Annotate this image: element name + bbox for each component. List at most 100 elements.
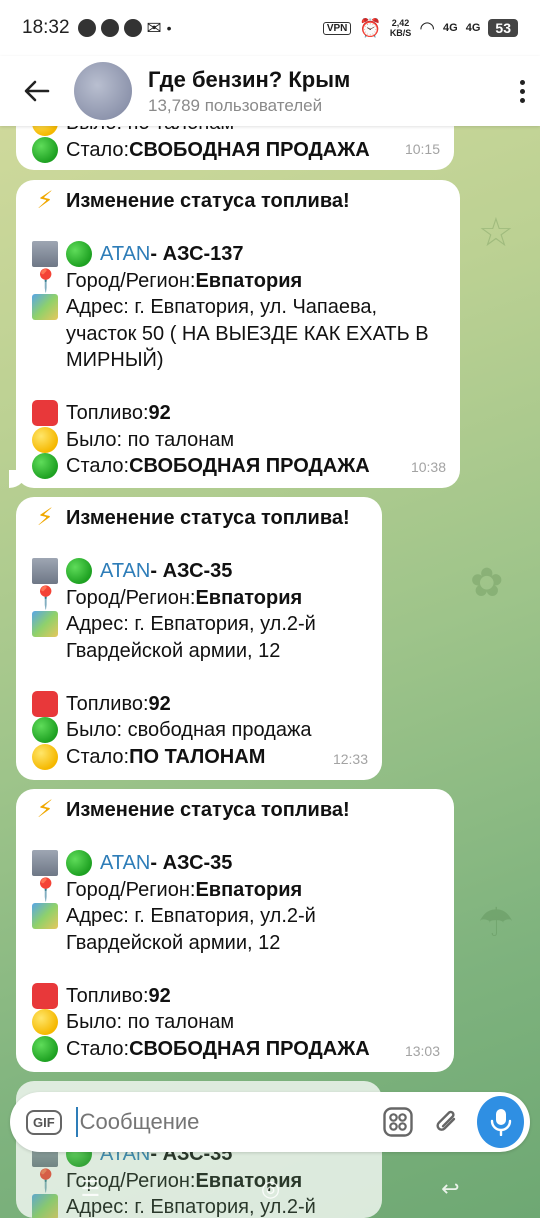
vpn-icon: VPN: [322, 21, 352, 35]
address-text: Адрес: г. Евпатория, ул. Чапаева, участо…: [66, 296, 429, 371]
city-value: Евпатория: [195, 586, 303, 609]
city-label: Город/Регион:: [66, 586, 196, 609]
message-input[interactable]: [75, 1107, 368, 1137]
now-label: Стало:: [66, 1037, 130, 1060]
now-value: СВОБОДНАЯ ПРОДАЖА: [129, 138, 370, 161]
pin-icon: 📍: [32, 876, 60, 902]
fuel-value: 92: [148, 692, 171, 715]
yellow-circle-icon: [32, 1009, 58, 1035]
message-time: 12:33: [332, 750, 368, 767]
city-label: Город/Регион:: [66, 878, 196, 901]
city-label: Город/Регион:: [66, 269, 196, 292]
yellow-circle-icon: [32, 426, 58, 453]
now-line: Стало: СВОБОДНАЯ ПРОДАЖА: [32, 1035, 438, 1063]
speed-unit: KB/S: [389, 28, 412, 38]
message-bubble[interactable]: ⚡ Изменение статуса топлива! ATAN - АЗС-3…: [16, 789, 454, 1072]
chat-header: Где бензин? Крым 13,789 пользователей: [0, 56, 540, 126]
green-circle-icon: [66, 241, 92, 267]
fuel-label: Топливо:: [66, 402, 149, 424]
wallpaper-doodle: ☂: [478, 901, 514, 945]
address-text: Адрес: г. Евпатория, ул.2-й Гвардейской …: [66, 613, 316, 662]
signal-4g-1: 4G: [443, 22, 458, 34]
map-icon: [32, 903, 58, 929]
station-name: - АЗС-137: [150, 243, 244, 265]
recent-apps-icon[interactable]: ☰: [80, 1176, 100, 1202]
message-time: 10:15: [404, 140, 440, 157]
dot-icon: [519, 79, 525, 85]
station-line: ATAN - АЗС-137: [32, 241, 444, 268]
message-composer: GIF: [10, 1092, 530, 1152]
back-nav-icon[interactable]: ↩: [441, 1176, 459, 1202]
green-circle-icon: [66, 558, 92, 584]
city-value: Евпатория: [195, 878, 303, 901]
lightning-icon: ⚡: [36, 796, 54, 823]
address-text: Адрес: г. Евпатория, ул.2-й Гвардейской …: [66, 905, 316, 954]
now-label: Стало:: [66, 745, 130, 768]
fuel-line: Топливо: 92: [32, 690, 366, 718]
was-text: Было: свободная продажа: [66, 719, 312, 741]
home-icon[interactable]: ◎: [261, 1176, 280, 1202]
dot-icon: [519, 97, 525, 103]
network-speed: 2,42 KB/S: [390, 18, 412, 38]
message-heading: ⚡ Изменение статуса топлива!: [32, 797, 438, 824]
green-circle-icon: [32, 136, 58, 163]
status-time: 18:32: [22, 17, 70, 38]
status-bar: 18:32 ✉ • VPN ⏰ 2,42 KB/S ◠ 4G 4G 53: [0, 0, 540, 56]
now-label: Стало:: [66, 455, 130, 477]
chat-title: Где бензин? Крым: [148, 66, 351, 92]
green-circle-icon: [32, 453, 58, 479]
fuel-label: Топливо:: [66, 984, 149, 1007]
now-value: СВОБОДНАЯ ПРОДАЖА: [129, 1037, 370, 1060]
was-line: Было: свободная продажа: [32, 717, 366, 744]
fuel-value: 92: [148, 402, 171, 424]
voice-record-button[interactable]: [477, 1096, 524, 1148]
battery-indicator: 53: [488, 19, 518, 37]
fuel-value: 92: [148, 984, 171, 1007]
city-line: 📍 Город/Регион: Евпатория: [32, 877, 438, 904]
station-line: ATAN - АЗС-35: [32, 850, 438, 877]
station-line: ATAN - АЗС-35: [32, 558, 366, 585]
fuel-pump-icon: [32, 690, 58, 717]
bubble-tail: [9, 470, 27, 488]
wifi-icon: ◠: [419, 17, 436, 38]
station-name: - АЗС-35: [150, 852, 233, 874]
was-line: Было: по талонам: [32, 1009, 438, 1036]
message-bubble[interactable]: ⚡ Изменение статуса топлива! ATAN - АЗС-1…: [9, 180, 460, 488]
heading-text: Изменение статуса топлива!: [66, 190, 350, 212]
brand-link[interactable]: ATAN: [100, 558, 150, 585]
chat-subscriber-count: 13,789 пользователей: [148, 95, 323, 115]
message-bubble[interactable]: ⚡ Изменение статуса топлива! ATAN - АЗС-3…: [16, 497, 382, 780]
address-line: Адрес: г. Евпатория, ул. Чапаева, участо…: [32, 294, 444, 374]
signal-4g-2: 4G: [465, 22, 481, 34]
lightning-icon: ⚡: [36, 504, 54, 531]
chat-titles[interactable]: Где бензин? Крым 13,789 пользователей: [148, 67, 504, 116]
city-line: 📍 Город/Регион: Евпатория: [32, 268, 444, 295]
speed-value: 2,42: [391, 18, 410, 28]
wallpaper-doodle: ☆: [478, 211, 514, 255]
message-time: 13:03: [404, 1042, 440, 1059]
back-button[interactable]: [0, 56, 74, 126]
fuel-label: Топливо:: [66, 692, 149, 715]
brand-link[interactable]: ATAN: [100, 241, 150, 268]
now-label: Стало:: [66, 138, 130, 161]
message-heading: ⚡ Изменение статуса топлива!: [32, 188, 444, 215]
brand-link[interactable]: ATAN: [100, 850, 150, 877]
attach-button[interactable]: [427, 1100, 467, 1144]
more-menu-button[interactable]: [504, 79, 540, 103]
fuel-line: Топливо: 92: [32, 982, 438, 1010]
fuel-pump-icon: [32, 982, 58, 1009]
message-notification-icon: [123, 19, 142, 37]
lightning-icon: ⚡: [36, 187, 54, 214]
microphone-icon: [490, 1109, 511, 1136]
arrow-left-icon: [24, 80, 50, 102]
gif-button[interactable]: GIF: [26, 1109, 62, 1135]
yellow-circle-icon: [32, 743, 58, 770]
green-circle-icon: [32, 717, 58, 743]
grid-icon: [382, 1107, 413, 1137]
green-circle-icon: [66, 850, 92, 876]
stickers-button[interactable]: [378, 1100, 418, 1144]
building-icon: [32, 558, 58, 584]
heading-text: Изменение статуса топлива!: [66, 799, 350, 821]
chat-avatar[interactable]: [74, 62, 132, 120]
city-line: 📍 Город/Регион: Евпатория: [32, 585, 366, 612]
